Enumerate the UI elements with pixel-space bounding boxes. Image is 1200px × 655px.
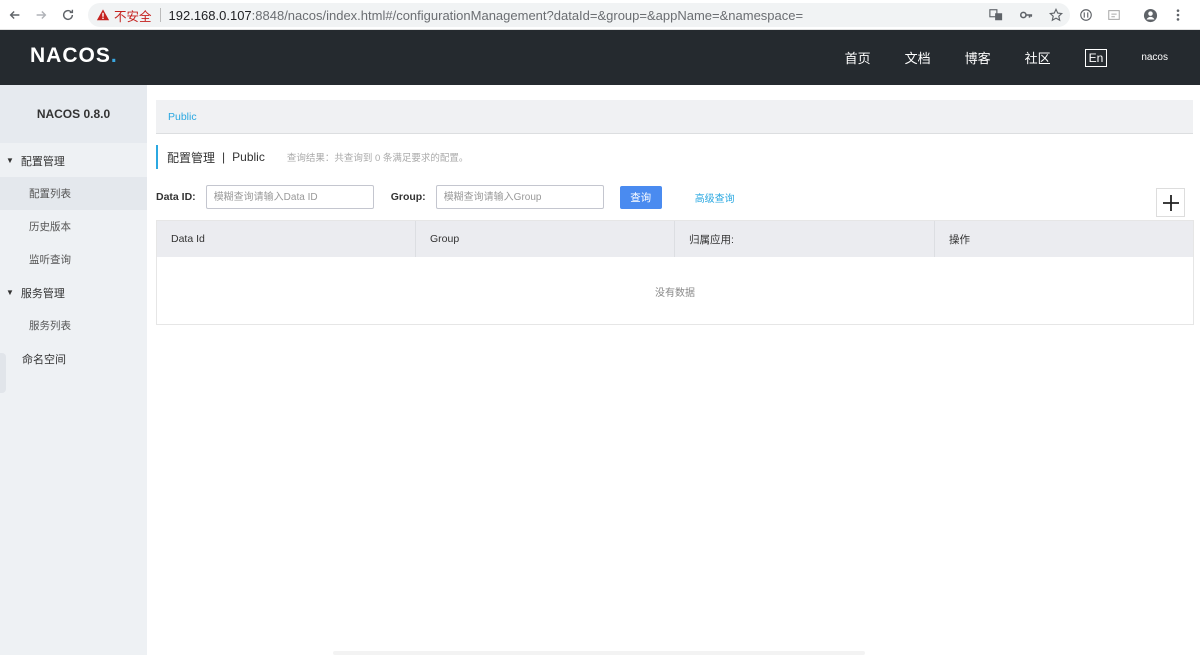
- account-icon[interactable]: [1142, 7, 1158, 23]
- advanced-query-link[interactable]: 高级查询: [695, 190, 735, 205]
- group-label: Group:: [390, 191, 426, 203]
- column-header-group: Group: [416, 221, 675, 257]
- table-header: Data Id Group 归属应用: 操作: [157, 221, 1193, 257]
- user-name[interactable]: nacos: [1141, 52, 1168, 63]
- sidebar-group-config[interactable]: ▼ 配置管理: [0, 144, 147, 177]
- column-header-actions: 操作: [949, 233, 970, 246]
- group-input[interactable]: [435, 185, 604, 209]
- logo-text: NACOS: [30, 44, 111, 67]
- sidebar-group-service[interactable]: ▼ 服务管理: [0, 276, 147, 309]
- add-config-button[interactable]: [1156, 188, 1185, 217]
- query-button[interactable]: 查询: [619, 185, 662, 209]
- app-header: NACOS. 首页 文档 博客 社区 En nacos: [0, 30, 1200, 85]
- url-host: 192.168.0.107: [168, 7, 252, 23]
- column-header-dataid: Data Id: [157, 221, 416, 257]
- top-nav: 首页 文档 博客 社区 En nacos: [845, 30, 1200, 85]
- sidebar-title: NACOS 0.8.0: [0, 85, 147, 143]
- sidebar-item-label: 命名空间: [22, 353, 66, 366]
- warning-icon: [96, 9, 110, 21]
- namespace-public-link[interactable]: Public: [168, 111, 197, 123]
- column-header-app: 归属应用:: [675, 221, 935, 257]
- caret-down-icon: ▼: [6, 288, 14, 297]
- address-divider: [159, 8, 161, 22]
- dataid-input[interactable]: [205, 185, 374, 209]
- search-form: Data ID: Group: 查询 高级查询: [156, 185, 735, 209]
- address-bar[interactable]: 不安全 192.168.0.107 :8848/nacos/index.html…: [88, 3, 1070, 27]
- star-icon[interactable]: [1048, 7, 1064, 23]
- reload-icon[interactable]: [55, 2, 81, 28]
- namespace-bar: Public: [156, 100, 1193, 134]
- back-icon[interactable]: [2, 2, 28, 28]
- sidebar-item-service-list[interactable]: 服务列表: [0, 309, 147, 342]
- dataid-label: Data ID:: [156, 191, 196, 203]
- url-path: :8848/nacos/index.html#/configurationMan…: [251, 7, 804, 23]
- nav-blog[interactable]: 博客: [965, 48, 991, 67]
- sidebar-collapse-handle[interactable]: [0, 353, 6, 393]
- sidebar-group-label: 配置管理: [20, 155, 65, 168]
- page-namespace: Public: [232, 150, 265, 164]
- more-icon[interactable]: [1170, 7, 1186, 23]
- sidebar-item-listener[interactable]: 监听查询: [0, 243, 147, 276]
- sidebar-item-namespace[interactable]: 命名空间: [0, 342, 147, 375]
- nav-docs[interactable]: 文档: [905, 48, 931, 67]
- nacos-logo[interactable]: NACOS.: [30, 44, 118, 68]
- sidebar-group-label: 服务管理: [20, 287, 65, 300]
- table-empty-text: 没有数据: [655, 287, 695, 299]
- forward-icon[interactable]: [28, 2, 54, 28]
- sidebar-item-config-list[interactable]: 配置列表: [0, 177, 147, 210]
- browser-toolbar: 不安全 192.168.0.107 :8848/nacos/index.html…: [0, 0, 1200, 30]
- caret-down-icon: ▼: [6, 156, 14, 165]
- nav-home[interactable]: 首页: [845, 48, 871, 67]
- page-header: 配置管理 | Public 查询结果：共查询到 0 条满足要求的配置。: [156, 145, 468, 169]
- extension-icon[interactable]: [1078, 7, 1094, 23]
- sidebar-item-history[interactable]: 历史版本: [0, 210, 147, 243]
- language-toggle[interactable]: En: [1084, 48, 1108, 67]
- translate-icon[interactable]: [988, 7, 1004, 23]
- insecure-label: 不安全: [114, 9, 152, 24]
- page-title: 配置管理: [167, 150, 216, 165]
- key-icon[interactable]: [1018, 7, 1034, 23]
- sidebar: NACOS 0.8.0 ▼ 配置管理 配置列表 历史版本 监听查询 ▼ 服务管理…: [0, 85, 147, 655]
- config-table: Data Id Group 归属应用: 操作 没有数据: [156, 220, 1194, 325]
- logo-dot: .: [110, 44, 118, 67]
- page-title-separator: |: [222, 150, 226, 164]
- bottom-scroll-shadow: [333, 651, 865, 655]
- plus-icon: [1162, 194, 1179, 211]
- reader-icon[interactable]: [1106, 7, 1122, 23]
- query-result-text: 查询结果：共查询到 0 条满足要求的配置。: [286, 153, 469, 164]
- main-content: Public 配置管理 | Public 查询结果：共查询到 0 条满足要求的配…: [147, 85, 1200, 655]
- nav-community[interactable]: 社区: [1025, 48, 1051, 67]
